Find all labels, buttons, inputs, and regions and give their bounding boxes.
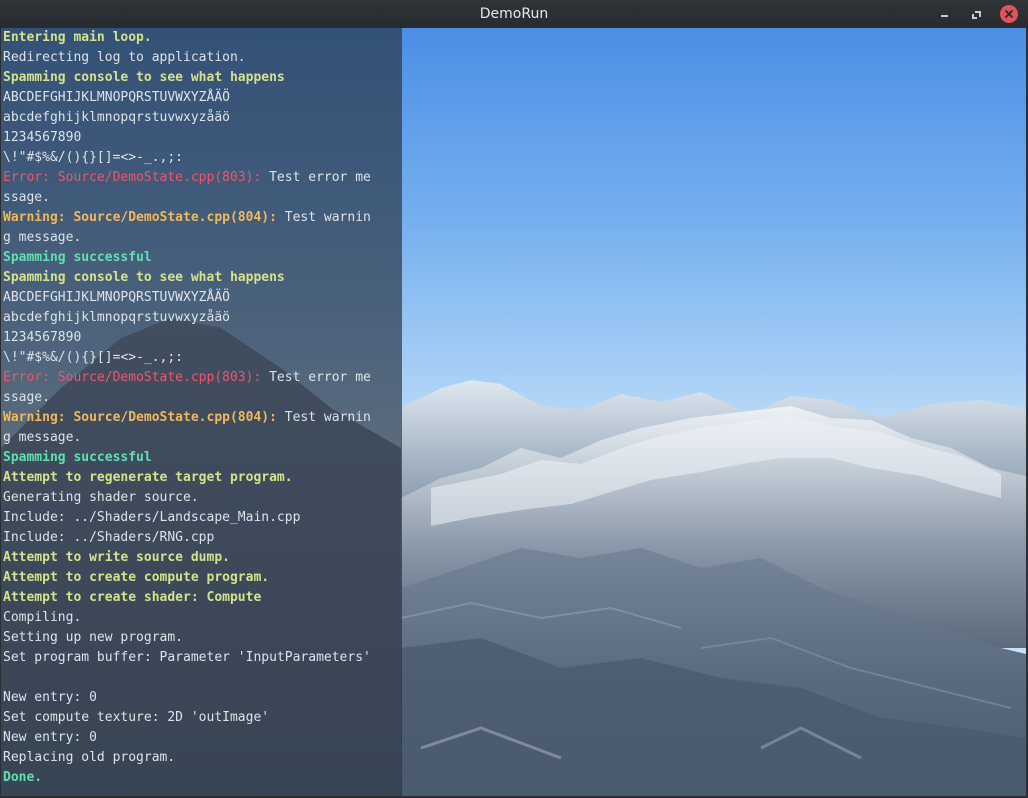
console-line: 1234567890 <box>3 128 402 148</box>
console-line: Redirecting log to application. <box>3 48 402 68</box>
console-line-success-text: Spamming successful <box>3 250 152 265</box>
console-overlay[interactable]: Entering main loop. Redirecting log to ap… <box>1 28 402 796</box>
console-line-normal-text: ABCDEFGHIJKLMNOPQRSTUVWXYZÅÄÖ <box>3 290 230 305</box>
console-line-normal-text: Set compute texture: 2D 'outImage' <box>3 710 270 725</box>
console-line-header-text: Spamming console to see what happens <box>3 270 285 285</box>
console-line-warning-text: Warning: Source/DemoState.cpp(804): <box>3 410 285 425</box>
render-viewport[interactable]: Entering main loop. Redirecting log to ap… <box>1 28 1026 796</box>
console-line: Attempt to create compute program. <box>3 568 402 588</box>
console-line: Attempt to regenerate target program. <box>3 468 402 488</box>
window-title: DemoRun <box>479 6 549 22</box>
console-line: Set compute texture: 2D 'outImage' <box>3 708 402 728</box>
console-line-success-text: Spamming successful <box>3 450 152 465</box>
console-line: ssage. <box>3 388 402 408</box>
console-line: abcdefghijklmnopqrstuvwxyzåäö <box>3 308 402 328</box>
console-line: New entry: 0 <box>3 688 402 708</box>
console-line-error-text: Error: Source/DemoState.cpp(803): <box>3 370 270 385</box>
console-log: Entering main loop. Redirecting log to ap… <box>3 28 402 788</box>
console-line-normal-text: Setting up new program. <box>3 630 184 645</box>
console-line: Entering main loop. <box>3 28 402 48</box>
console-line-normal-text: 1234567890 <box>3 130 82 145</box>
console-line-normal-text: Replacing old program. <box>3 750 176 765</box>
console-line-normal-text: New entry: 0 <box>3 730 97 745</box>
console-line-normal-text: \!"#$%&/(){}[]=<>-_.,;: <box>3 150 184 165</box>
console-line-normal-text: \!"#$%&/(){}[]=<>-_.,;: <box>3 350 184 365</box>
console-line-normal-text: Include: ../Shaders/Landscape_Main.cpp <box>3 510 301 525</box>
console-line-normal-text: Generating shader source. <box>3 490 199 505</box>
console-line-header-text: Attempt to regenerate target program. <box>3 470 293 485</box>
console-line: Set program buffer: Parameter 'InputPara… <box>3 648 402 668</box>
console-line: Warning: Source/DemoState.cpp(804): Test… <box>3 208 402 228</box>
console-line: Done. <box>3 768 402 788</box>
console-line-header-text: Entering main loop. <box>3 30 152 45</box>
console-line: Compiling. <box>3 608 402 628</box>
console-line-header-text: Attempt to write source dump. <box>3 550 230 565</box>
console-line: Spamming console to see what happens <box>3 68 402 88</box>
console-line: Include: ../Shaders/Landscape_Main.cpp <box>3 508 402 528</box>
title-bar[interactable]: DemoRun <box>0 0 1028 29</box>
console-line-warnmsg-text: Test warnin <box>284 210 371 225</box>
console-line: Replacing old program. <box>3 748 402 768</box>
console-line-normal-text: Include: ../Shaders/RNG.cpp <box>3 530 215 545</box>
console-line: Error: Source/DemoState.cpp(803): Test e… <box>3 368 402 388</box>
console-line: New entry: 0 <box>3 728 402 748</box>
console-line: Warning: Source/DemoState.cpp(804): Test… <box>3 408 402 428</box>
app-window: DemoRun Entering main loop. Redirecting … <box>0 0 1028 798</box>
console-line: \!"#$%&/(){}[]=<>-_.,;: <box>3 148 402 168</box>
console-line-error-text: Error: Source/DemoState.cpp(803): <box>3 170 270 185</box>
console-line-errormsg-text: Test error me <box>269 170 371 185</box>
console-line: ABCDEFGHIJKLMNOPQRSTUVWXYZÅÄÖ <box>3 288 402 308</box>
console-line: Setting up new program. <box>3 628 402 648</box>
console-line-normal-text: abcdefghijklmnopqrstuvwxyzåäö <box>3 310 230 325</box>
console-line: ssage. <box>3 188 402 208</box>
console-line: Error: Source/DemoState.cpp(803): Test e… <box>3 168 402 188</box>
console-line-header-text: Attempt to create shader: Compute <box>3 590 262 605</box>
console-line-header-text: Spamming console to see what happens <box>3 70 285 85</box>
console-line: Spamming successful <box>3 448 402 468</box>
console-line: g message. <box>3 228 402 248</box>
console-line: Attempt to create shader: Compute <box>3 588 402 608</box>
console-line-errormsg-text: ssage. <box>3 190 50 205</box>
console-line-normal-text: Redirecting log to application. <box>3 50 246 65</box>
close-button[interactable] <box>1000 5 1018 23</box>
maximize-button[interactable] <box>968 5 986 23</box>
console-line: Attempt to write source dump. <box>3 548 402 568</box>
console-line: abcdefghijklmnopqrstuvwxyzåäö <box>3 108 402 128</box>
console-line-errormsg-text: ssage. <box>3 390 50 405</box>
console-line-header-text: Attempt to create compute program. <box>3 570 270 585</box>
console-line-warning-text: Warning: Source/DemoState.cpp(804): <box>3 210 285 225</box>
console-line-success-text: Done. <box>3 770 43 785</box>
console-line: Spamming console to see what happens <box>3 268 402 288</box>
console-line-normal-text: Set program buffer: Parameter 'InputPara… <box>3 650 371 665</box>
console-line: Include: ../Shaders/RNG.cpp <box>3 528 402 548</box>
console-line: \!"#$%&/(){}[]=<>-_.,;: <box>3 348 402 368</box>
console-line-warnmsg-text: Test warnin <box>284 410 371 425</box>
console-line-normal-text: 1234567890 <box>3 330 82 345</box>
console-line-normal-text: ABCDEFGHIJKLMNOPQRSTUVWXYZÅÄÖ <box>3 90 230 105</box>
console-line-normal-text: New entry: 0 <box>3 690 97 705</box>
console-line: ABCDEFGHIJKLMNOPQRSTUVWXYZÅÄÖ <box>3 88 402 108</box>
console-line-warnmsg-text: g message. <box>3 430 82 445</box>
console-line-warnmsg-text: g message. <box>3 230 82 245</box>
console-line-normal-text: abcdefghijklmnopqrstuvwxyzåäö <box>3 110 230 125</box>
console-line: 1234567890 <box>3 328 402 348</box>
console-line: g message. <box>3 428 402 448</box>
minimize-button[interactable] <box>936 5 954 23</box>
console-line: Generating shader source. <box>3 488 402 508</box>
console-line: Spamming successful <box>3 248 402 268</box>
console-line-errormsg-text: Test error me <box>269 370 371 385</box>
console-line-normal-text: Compiling. <box>3 610 82 625</box>
